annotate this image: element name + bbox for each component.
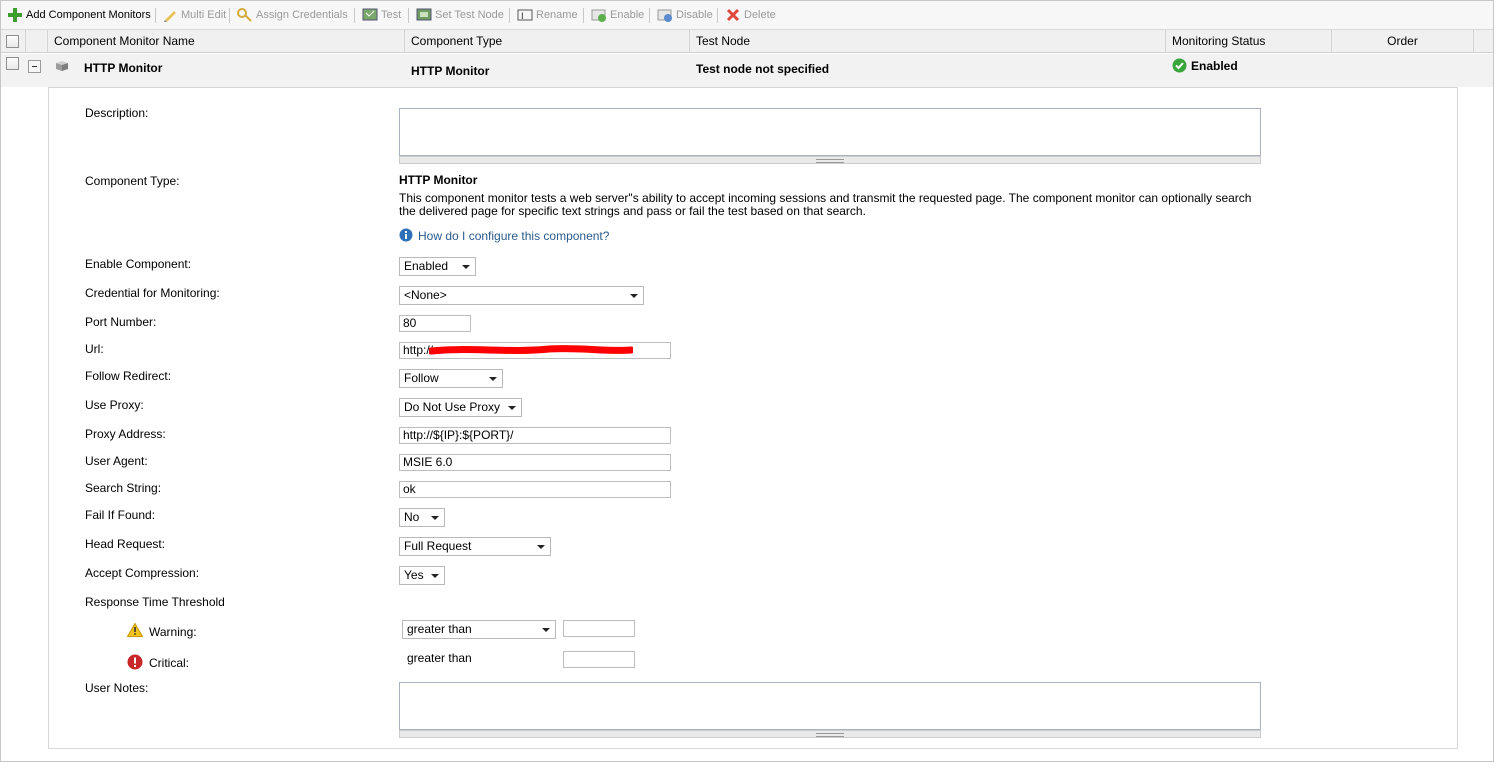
search-string-label: Search String: bbox=[85, 481, 162, 495]
test-button[interactable]: Test bbox=[362, 6, 401, 24]
enable-icon bbox=[591, 7, 607, 23]
collapse-toggle[interactable] bbox=[28, 60, 41, 73]
test-icon bbox=[362, 7, 378, 23]
monitor-icon bbox=[55, 60, 69, 72]
accept-compression-label: Accept Compression: bbox=[85, 566, 200, 580]
assign-credentials-button[interactable]: Assign Credentials bbox=[237, 6, 348, 24]
port-label: Port Number: bbox=[85, 315, 157, 329]
row-test-node: Test node not specified bbox=[696, 62, 830, 76]
user-notes-label: User Notes: bbox=[85, 681, 149, 695]
chevron-down-icon bbox=[630, 294, 638, 298]
chevron-down-icon bbox=[489, 377, 497, 381]
description-label: Description: bbox=[85, 106, 149, 120]
detail-panel bbox=[48, 87, 1458, 749]
chevron-down-icon bbox=[462, 265, 470, 269]
accept-compression-select[interactable]: Yes bbox=[399, 566, 445, 585]
resize-handle[interactable] bbox=[399, 156, 1261, 164]
chevron-down-icon bbox=[431, 574, 439, 578]
row-checkbox[interactable] bbox=[6, 57, 19, 70]
set-test-node-button[interactable]: Set Test Node bbox=[416, 6, 504, 24]
select-all-checkbox[interactable] bbox=[6, 35, 19, 48]
search-string-input[interactable]: ok bbox=[399, 481, 671, 498]
user-agent-label: User Agent: bbox=[85, 454, 148, 468]
multi-edit-button[interactable]: Multi Edit bbox=[162, 6, 226, 24]
toolbar: Add Component Monitors Multi Edit Assign… bbox=[1, 1, 1493, 30]
enable-component-select[interactable]: Enabled bbox=[399, 257, 476, 276]
row-status: Enabled bbox=[1191, 59, 1238, 73]
url-label: Url: bbox=[85, 342, 104, 356]
component-type-value: HTTP Monitor bbox=[399, 173, 478, 187]
svg-text:I: I bbox=[521, 12, 524, 22]
plus-icon bbox=[7, 7, 23, 23]
disable-icon bbox=[657, 7, 673, 23]
column-header-order[interactable]: Order bbox=[1332, 30, 1474, 53]
chevron-down-icon bbox=[508, 406, 516, 410]
critical-label: Critical: bbox=[149, 656, 190, 670]
resize-handle[interactable] bbox=[399, 730, 1261, 738]
enable-component-label: Enable Component: bbox=[85, 257, 192, 271]
warning-threshold-input[interactable] bbox=[563, 620, 635, 637]
add-component-monitors-button[interactable]: Add Component Monitors bbox=[7, 6, 151, 24]
chevron-down-icon bbox=[431, 516, 439, 520]
user-agent-input[interactable]: MSIE 6.0 bbox=[399, 454, 671, 471]
key-icon bbox=[237, 7, 253, 23]
column-header-name[interactable]: Component Monitor Name bbox=[48, 30, 405, 53]
grid-header: Component Monitor Name Component Type Te… bbox=[1, 30, 1493, 53]
delete-icon bbox=[725, 7, 741, 23]
test-node-icon bbox=[416, 7, 432, 23]
head-request-label: Head Request: bbox=[85, 537, 166, 551]
warning-label: Warning: bbox=[149, 625, 197, 639]
follow-redirect-label: Follow Redirect: bbox=[85, 369, 172, 383]
rename-icon: I bbox=[517, 7, 533, 23]
critical-operator: greater than bbox=[407, 651, 472, 665]
description-textarea[interactable] bbox=[399, 108, 1261, 164]
proxy-address-input[interactable]: http://${IP}:${PORT}/ bbox=[399, 427, 671, 444]
row-type: HTTP Monitor bbox=[411, 64, 490, 78]
component-monitor-grid: Add Component Monitors Multi Edit Assign… bbox=[0, 0, 1494, 762]
redaction-mark bbox=[427, 344, 635, 356]
fail-if-found-select[interactable]: No bbox=[399, 508, 445, 527]
response-threshold-label: Response Time Threshold bbox=[85, 595, 225, 609]
component-type-label: Component Type: bbox=[85, 174, 180, 188]
enable-button[interactable]: Enable bbox=[591, 6, 644, 24]
table-row[interactable]: HTTP Monitor HTTP Monitor Test node not … bbox=[1, 54, 1493, 87]
proxy-address-label: Proxy Address: bbox=[85, 427, 166, 441]
use-proxy-select[interactable]: Do Not Use Proxy bbox=[399, 398, 522, 417]
column-header-status[interactable]: Monitoring Status bbox=[1166, 30, 1332, 53]
rename-button[interactable]: I Rename bbox=[517, 6, 578, 24]
info-icon bbox=[399, 228, 413, 242]
critical-icon bbox=[127, 654, 143, 670]
user-notes-textarea[interactable] bbox=[399, 682, 1261, 738]
credential-select[interactable]: <None> bbox=[399, 286, 644, 305]
pencil-icon bbox=[162, 7, 178, 23]
fail-if-found-label: Fail If Found: bbox=[85, 508, 156, 522]
column-header-test-node[interactable]: Test Node bbox=[690, 30, 1166, 53]
row-name: HTTP Monitor bbox=[84, 61, 163, 75]
use-proxy-label: Use Proxy: bbox=[85, 398, 144, 412]
component-type-description: This component monitor tests a web serve… bbox=[399, 191, 1252, 218]
follow-redirect-select[interactable]: Follow bbox=[399, 369, 503, 388]
critical-threshold-input[interactable] bbox=[563, 651, 635, 668]
chevron-down-icon bbox=[542, 628, 550, 632]
warning-icon bbox=[126, 622, 144, 637]
warning-operator-select[interactable]: greater than bbox=[402, 620, 556, 639]
check-circle-icon bbox=[1172, 58, 1187, 73]
credential-label: Credential for Monitoring: bbox=[85, 286, 220, 300]
delete-button[interactable]: Delete bbox=[725, 6, 776, 24]
head-request-select[interactable]: Full Request bbox=[399, 537, 551, 556]
port-input[interactable]: 80 bbox=[399, 315, 471, 332]
disable-button[interactable]: Disable bbox=[657, 6, 713, 24]
column-header-type[interactable]: Component Type bbox=[405, 30, 690, 53]
chevron-down-icon bbox=[537, 545, 545, 549]
help-link[interactable]: How do I configure this component? bbox=[418, 229, 609, 243]
